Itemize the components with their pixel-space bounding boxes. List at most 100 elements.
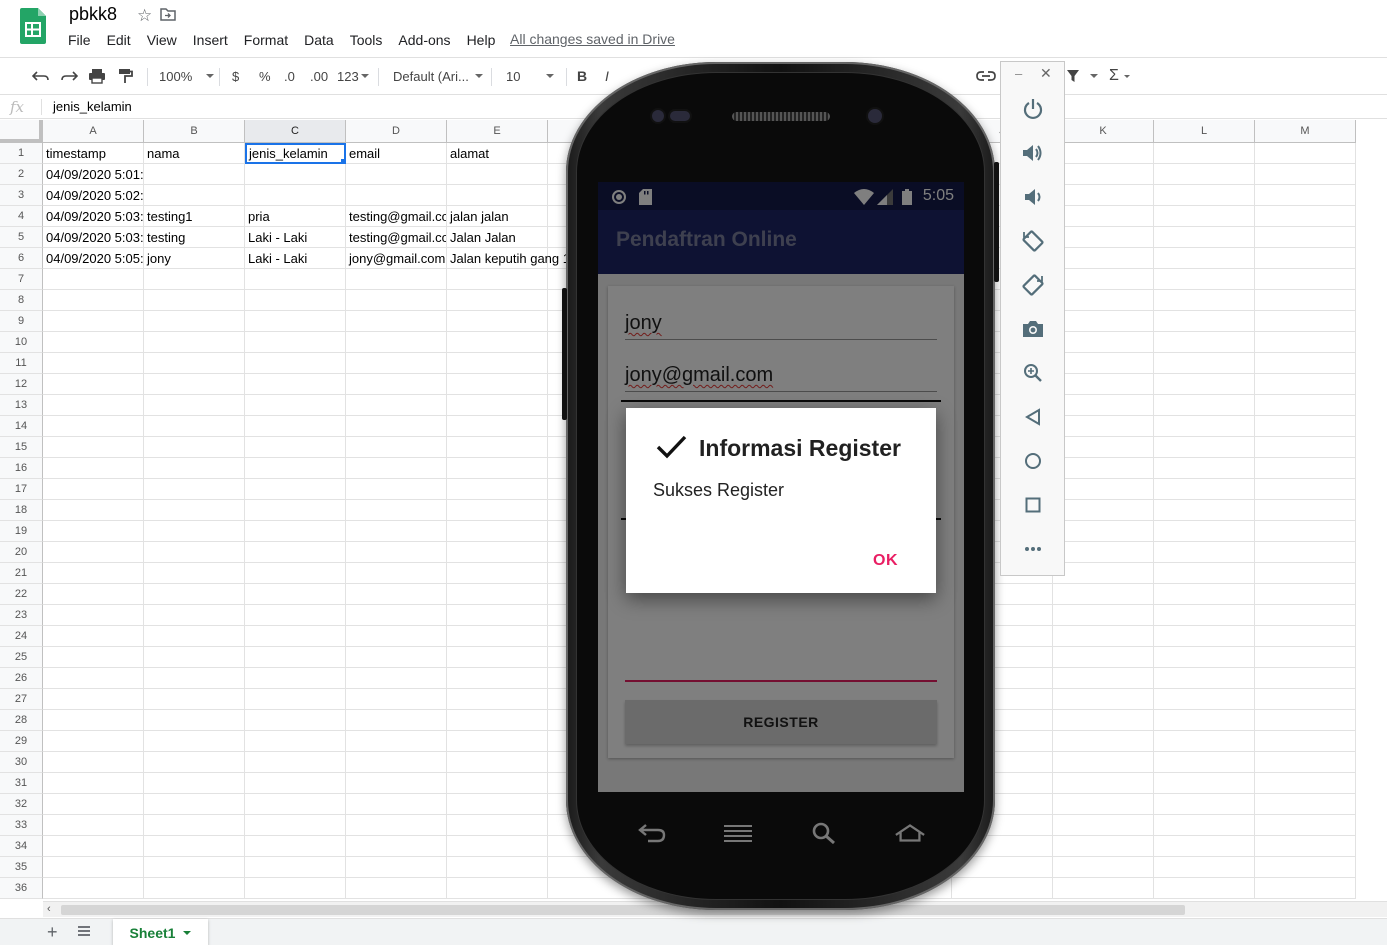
cell-c31[interactable] — [245, 773, 346, 794]
cell-c26[interactable] — [245, 668, 346, 689]
cell-m36[interactable] — [1255, 878, 1356, 899]
row-header[interactable]: 2 — [0, 164, 43, 185]
row-header[interactable]: 33 — [0, 815, 43, 836]
cell-b9[interactable] — [144, 311, 245, 332]
cell-k29[interactable] — [1053, 731, 1154, 752]
cell-l18[interactable] — [1154, 500, 1255, 521]
cell-k19[interactable] — [1053, 521, 1154, 542]
row-header[interactable]: 27 — [0, 689, 43, 710]
cell-d28[interactable] — [346, 710, 447, 731]
italic-button[interactable]: I — [605, 67, 609, 85]
device-screen[interactable]: 5:05 Pendaftran Online jony jony@gmail.c… — [598, 182, 964, 792]
column-header-e[interactable]: E — [447, 120, 548, 143]
cell-d14[interactable] — [346, 416, 447, 437]
insert-link-icon[interactable] — [976, 67, 996, 85]
cell-l7[interactable] — [1154, 269, 1255, 290]
cell-m34[interactable] — [1255, 836, 1356, 857]
cell-b36[interactable] — [144, 878, 245, 899]
dialog-ok-button[interactable]: OK — [873, 552, 898, 570]
cell-d35[interactable] — [346, 857, 447, 878]
filter-icon[interactable] — [1066, 67, 1098, 85]
cell-c7[interactable] — [245, 269, 346, 290]
print-icon[interactable] — [88, 67, 106, 85]
row-header[interactable]: 3 — [0, 185, 43, 206]
row-header[interactable]: 26 — [0, 668, 43, 689]
cell-l10[interactable] — [1154, 332, 1255, 353]
cell-a25[interactable] — [43, 647, 144, 668]
cell-a5[interactable]: 04/09/2020 5:03: — [43, 227, 144, 248]
menu-view[interactable]: View — [139, 31, 185, 49]
cell-b15[interactable] — [144, 437, 245, 458]
row-header[interactable]: 21 — [0, 563, 43, 584]
cell-l15[interactable] — [1154, 437, 1255, 458]
cell-c16[interactable] — [245, 458, 346, 479]
rotate-right-icon[interactable] — [1018, 270, 1048, 300]
cell-b16[interactable] — [144, 458, 245, 479]
cell-m7[interactable] — [1255, 269, 1356, 290]
cell-l4[interactable] — [1154, 206, 1255, 227]
cell-l23[interactable] — [1154, 605, 1255, 626]
cell-d19[interactable] — [346, 521, 447, 542]
cell-a18[interactable] — [43, 500, 144, 521]
cell-e5[interactable]: Jalan Jalan — [447, 227, 548, 248]
cell-k24[interactable] — [1053, 626, 1154, 647]
cell-b6[interactable]: jony — [144, 248, 245, 269]
cell-k3[interactable] — [1053, 185, 1154, 206]
cell-k11[interactable] — [1053, 353, 1154, 374]
cell-k30[interactable] — [1053, 752, 1154, 773]
cell-a4[interactable]: 04/09/2020 5:03: — [43, 206, 144, 227]
cell-e15[interactable] — [447, 437, 548, 458]
row-header[interactable]: 10 — [0, 332, 43, 353]
cell-m26[interactable] — [1255, 668, 1356, 689]
cell-l31[interactable] — [1154, 773, 1255, 794]
cell-c6[interactable]: Laki - Laki — [245, 248, 346, 269]
cell-a24[interactable] — [43, 626, 144, 647]
cell-a17[interactable] — [43, 479, 144, 500]
cell-d20[interactable] — [346, 542, 447, 563]
search-key-icon[interactable] — [808, 820, 840, 846]
cell-j36[interactable] — [952, 878, 1053, 899]
cell-b2[interactable] — [144, 164, 245, 185]
cell-k20[interactable] — [1053, 542, 1154, 563]
cell-e12[interactable] — [447, 374, 548, 395]
row-header[interactable]: 14 — [0, 416, 43, 437]
cell-m10[interactable] — [1255, 332, 1356, 353]
sheets-logo-icon[interactable] — [20, 8, 46, 44]
cell-c2[interactable] — [245, 164, 346, 185]
cell-k12[interactable] — [1053, 374, 1154, 395]
row-header[interactable]: 36 — [0, 878, 43, 899]
cell-e32[interactable] — [447, 794, 548, 815]
row-header[interactable]: 18 — [0, 500, 43, 521]
cell-m6[interactable] — [1255, 248, 1356, 269]
row-header[interactable]: 8 — [0, 290, 43, 311]
cell-b11[interactable] — [144, 353, 245, 374]
menu-key-icon[interactable] — [722, 820, 754, 846]
cell-e23[interactable] — [447, 605, 548, 626]
cell-l24[interactable] — [1154, 626, 1255, 647]
cell-a30[interactable] — [43, 752, 144, 773]
cell-a8[interactable] — [43, 290, 144, 311]
cell-a27[interactable] — [43, 689, 144, 710]
row-header[interactable]: 9 — [0, 311, 43, 332]
cell-e25[interactable] — [447, 647, 548, 668]
overview-icon[interactable] — [1018, 490, 1048, 520]
column-header-b[interactable]: B — [144, 120, 245, 143]
cell-d25[interactable] — [346, 647, 447, 668]
cell-c1[interactable]: jenis_kelamin — [245, 143, 346, 164]
cell-b1[interactable]: nama — [144, 143, 245, 164]
row-header[interactable]: 4 — [0, 206, 43, 227]
cell-k10[interactable] — [1053, 332, 1154, 353]
cell-d36[interactable] — [346, 878, 447, 899]
cell-l9[interactable] — [1154, 311, 1255, 332]
cell-k36[interactable] — [1053, 878, 1154, 899]
cell-b27[interactable] — [144, 689, 245, 710]
cell-c30[interactable] — [245, 752, 346, 773]
cell-a11[interactable] — [43, 353, 144, 374]
cell-l33[interactable] — [1154, 815, 1255, 836]
menu-help[interactable]: Help — [459, 31, 504, 49]
cell-d29[interactable] — [346, 731, 447, 752]
cell-d23[interactable] — [346, 605, 447, 626]
cell-d6[interactable]: jony@gmail.com — [346, 248, 447, 269]
cell-k23[interactable] — [1053, 605, 1154, 626]
cell-b33[interactable] — [144, 815, 245, 836]
